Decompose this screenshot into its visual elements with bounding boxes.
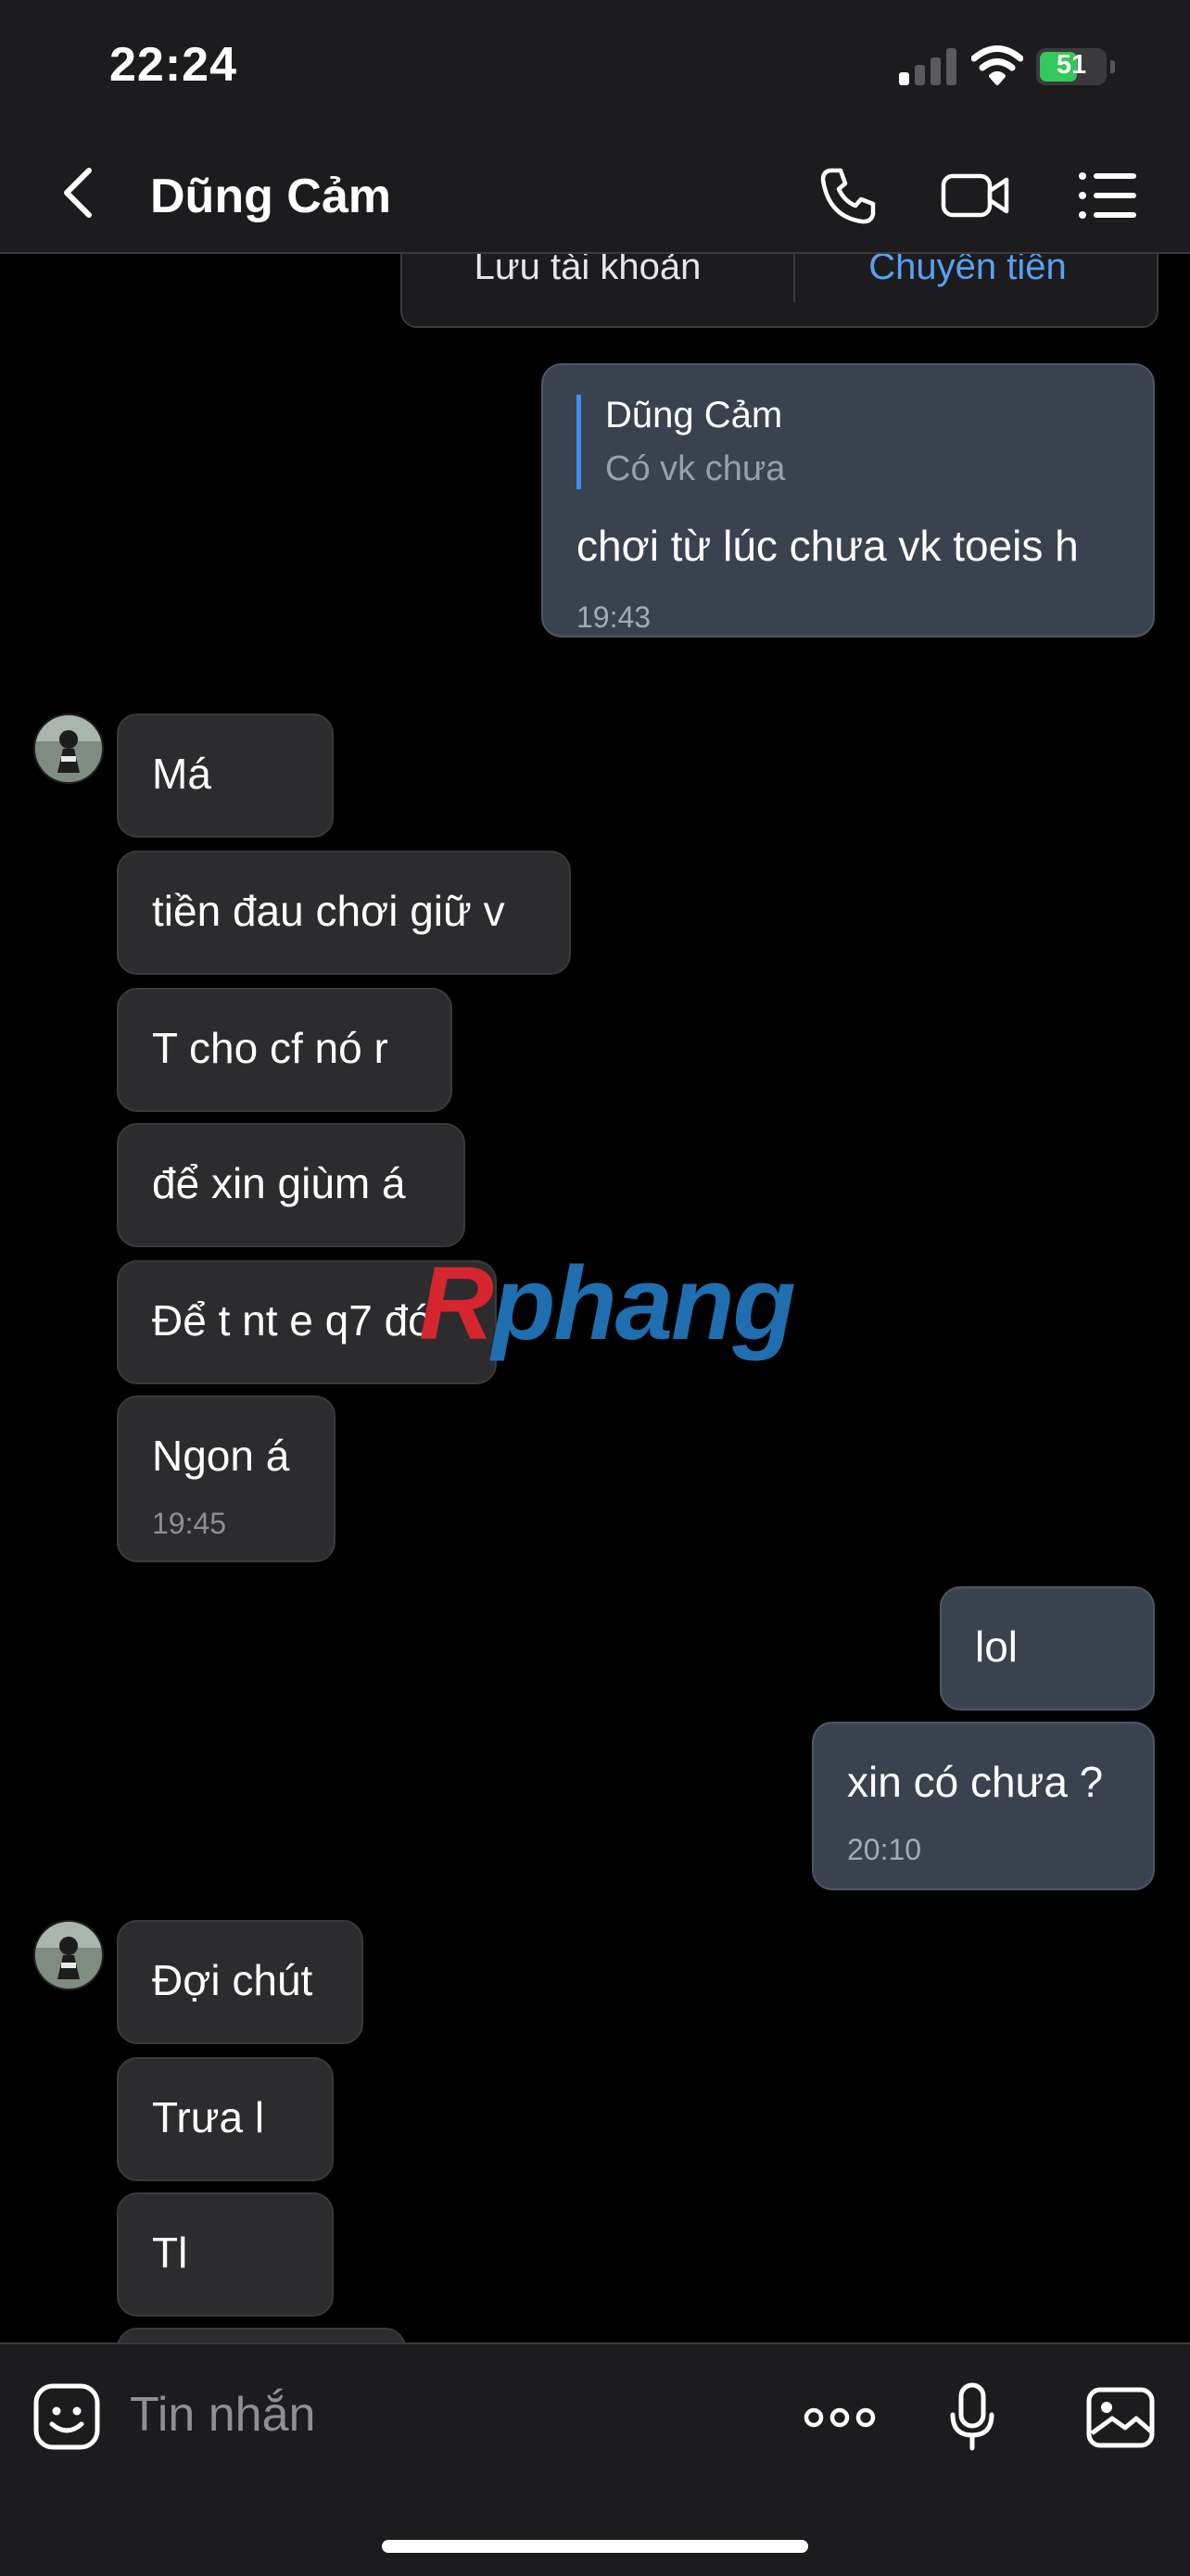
message-text: Để t nt e q7 đó: [152, 1296, 432, 1345]
message-text: để xin giùm á: [152, 1159, 406, 1207]
quoted-message[interactable]: Dũng Cảm Có vk chưa: [576, 395, 785, 489]
battery-icon: 51: [1036, 48, 1115, 85]
list-icon[interactable]: [1075, 163, 1140, 228]
message-text: xin có chưa ?: [847, 1758, 1104, 1806]
message-bubble-in[interactable]: tiền đau chơi giữ v: [117, 851, 571, 975]
image-icon[interactable]: [1084, 2381, 1157, 2454]
message-text: Tl: [152, 2229, 188, 2277]
quote-author: Dũng Cảm: [605, 395, 783, 436]
message-bubble-in[interactable]: để xin giùm á: [117, 1123, 465, 1247]
status-bar: 22:24 51: [0, 0, 1190, 139]
cellular-signal-icon: [899, 48, 956, 85]
message-bubble-out[interactable]: xin có chưa ? 20:10: [812, 1722, 1155, 1890]
message-text: Trưa l: [152, 2093, 265, 2141]
message-input[interactable]: Tin nhắn: [130, 2387, 315, 2443]
more-icon[interactable]: [803, 2381, 877, 2454]
message-bubble-in[interactable]: Tl: [117, 2192, 334, 2317]
message-bubble-out[interactable]: lol: [940, 1586, 1155, 1711]
message-text: Ngon á: [152, 1432, 290, 1480]
contact-name[interactable]: Dũng Cảm: [150, 169, 391, 224]
video-call-icon[interactable]: [940, 163, 1012, 228]
save-account-button[interactable]: Lưu tài khoản: [402, 254, 773, 288]
transfer-money-button[interactable]: Chuyển tiền: [782, 254, 1153, 288]
status-time: 22:24: [109, 38, 237, 92]
quote-text: Có vk chưa: [605, 449, 786, 488]
message-text: lol: [975, 1623, 1019, 1671]
message-bubble-in[interactable]: Trưa l: [117, 2057, 334, 2181]
chat-header: Dũng Cảm: [0, 139, 1190, 254]
message-text: Má: [152, 750, 211, 798]
avatar[interactable]: [33, 1920, 104, 1990]
message-time: 20:10: [847, 1833, 922, 1866]
message-list[interactable]: Lưu tài khoản Chuyển tiền Dũng Cảm Có vk…: [0, 254, 1190, 2342]
message-text: chơi từ lúc chưa vk toeis h: [576, 522, 1079, 570]
message-bubble-in[interactable]: Đợi chút: [117, 1920, 363, 2044]
message-composer: Tin nhắn: [0, 2342, 1190, 2576]
chevron-left-icon[interactable]: [56, 165, 106, 221]
message-text: T cho cf nó r: [152, 1024, 388, 1072]
avatar[interactable]: [33, 713, 104, 784]
microphone-icon[interactable]: [947, 2381, 997, 2454]
message-text: tiền đau chơi giữ v: [152, 887, 505, 935]
wifi-icon: [971, 45, 1023, 85]
message-bubble-in[interactable]: T cho cf nó r: [117, 988, 452, 1112]
home-indicator[interactable]: [382, 2540, 808, 2553]
battery-percent: 51: [1056, 50, 1087, 80]
message-time: 19:43: [576, 600, 652, 634]
watermark-logo: Rphang: [419, 1245, 796, 1361]
phone-icon[interactable]: [816, 163, 880, 228]
message-bubble-out[interactable]: Dũng Cảm Có vk chưa chơi từ lúc chưa vk …: [541, 363, 1155, 638]
message-time: 19:45: [152, 1507, 227, 1540]
message-bubble-in[interactable]: [117, 2328, 406, 2342]
message-bubble-in[interactable]: Má: [117, 713, 334, 838]
emoji-icon[interactable]: [32, 2381, 102, 2452]
message-bubble-in[interactable]: Ngon á 19:45: [117, 1395, 335, 1562]
message-text: Đợi chút: [152, 1956, 313, 2004]
bank-transfer-card: Lưu tài khoản Chuyển tiền: [400, 254, 1158, 328]
